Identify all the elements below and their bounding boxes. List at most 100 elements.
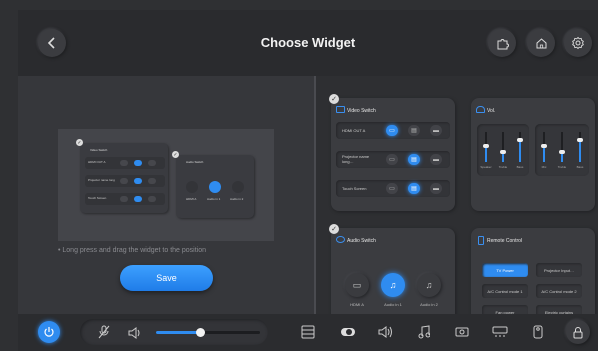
header: Choose Widget — [18, 10, 598, 76]
audio-in-1-button[interactable]: ♫ — [381, 273, 405, 297]
volume-control — [80, 319, 268, 345]
preview-video-row: HDMI OUT A — [85, 157, 165, 169]
video-switch-widget[interactable]: Video Switch HDMI OUT A ▭ ▤ ▬ Projector … — [331, 98, 455, 211]
power-button[interactable] — [38, 321, 60, 343]
mic-mute-button[interactable] — [98, 325, 110, 344]
speaker-icon — [476, 106, 485, 113]
slider-label: Treble — [557, 165, 567, 169]
volume-group-mic: Mic Treble Bass — [535, 124, 589, 176]
home-icon — [536, 37, 546, 48]
hdmi-audio-button[interactable]: ▭ — [345, 273, 369, 297]
audio-button[interactable] — [378, 323, 394, 341]
preview-video-row: Touch Screen — [85, 193, 165, 205]
hdmi-icon[interactable]: ▭ — [386, 125, 398, 136]
screen-icon[interactable]: ▬ — [430, 183, 442, 194]
slider-knob[interactable] — [517, 137, 523, 142]
preview-video-switch[interactable]: ✓ Video Switch HDMI OUT A Projector name… — [76, 139, 168, 213]
preview-audio-button — [209, 181, 221, 193]
monitor-icon[interactable]: ▭ — [386, 154, 398, 165]
volume-slider-knob[interactable] — [195, 328, 205, 337]
video-row: Projector name long… ▭ ▤ ▬ — [336, 151, 450, 168]
layout-preview[interactable]: ✓ Video Switch HDMI OUT A Projector name… — [58, 129, 274, 241]
toggle-icon — [341, 328, 355, 336]
slider-label: Bass — [576, 165, 584, 169]
video-row: Touch Screen ▭ ▤ ▬ — [336, 180, 450, 197]
video-switch-title: Video Switch — [347, 108, 376, 114]
volume-slider[interactable] — [156, 328, 260, 337]
preview-check-icon: ✓ — [172, 151, 179, 158]
rc-button[interactable]: Electric curtains — [536, 305, 582, 314]
volume-group-speaker: Speaker Treble Bass — [477, 124, 529, 176]
slider-label: Bass — [516, 165, 524, 169]
preview-audio-switch[interactable]: ✓ Audio Switch HDMI A Audio in 1 Audio i… — [172, 151, 254, 218]
music-button[interactable] — [416, 323, 432, 341]
preview-audio-title: Audio Switch — [186, 160, 204, 164]
power-icon — [44, 327, 54, 337]
home-button[interactable] — [527, 29, 555, 57]
volume-slider[interactable] — [500, 132, 506, 162]
rc-button[interactable]: A/C Control mode 2 — [536, 284, 582, 298]
preview-video-title: Video Switch — [90, 148, 108, 152]
music-note-icon — [418, 325, 430, 339]
widget-list: Video Switch HDMI OUT A ▭ ▤ ▬ Projector … — [316, 76, 598, 314]
volume-title: Vol. — [487, 108, 496, 114]
toggle-button[interactable] — [340, 323, 356, 341]
lock-button[interactable] — [566, 320, 590, 344]
volume-slider[interactable] — [483, 132, 489, 162]
app-window: Choose Widget ✓ Video Switch HDMI OUT A … — [18, 10, 598, 351]
monitor-icon[interactable]: ▭ — [386, 183, 398, 194]
remote-icon — [478, 236, 484, 245]
matrix-icon — [301, 325, 315, 339]
slider-label: Mic — [541, 165, 547, 169]
drag-hint: • Long press and drag the widget to the … — [58, 247, 206, 254]
preview-audio-button — [232, 181, 244, 193]
rc-button[interactable]: A/C Control mode 1 — [482, 284, 528, 298]
screen-icon[interactable]: ▬ — [430, 154, 442, 165]
volume-slider[interactable] — [559, 132, 565, 162]
save-button[interactable]: Save — [120, 265, 213, 291]
gear-icon — [572, 36, 584, 50]
selected-check-icon: ✓ — [329, 94, 339, 104]
matrix-button[interactable] — [300, 323, 316, 341]
slider-knob[interactable] — [577, 137, 583, 142]
speaker-button[interactable] — [128, 326, 142, 344]
projector-icon[interactable]: ▤ — [408, 183, 420, 194]
camera-icon — [455, 327, 469, 337]
remote-button[interactable] — [530, 323, 546, 341]
camera-button[interactable] — [454, 323, 470, 341]
speaker-icon — [378, 326, 392, 338]
volume-widget[interactable]: Vol. Speaker Treble Bass Mic Treble Bass — [471, 98, 595, 211]
puzzle-icon — [497, 38, 509, 49]
speaker-icon — [128, 327, 140, 339]
audio-label: Audio in 1 — [384, 302, 402, 307]
ac-button[interactable] — [492, 323, 508, 341]
volume-slider[interactable] — [517, 132, 523, 162]
preview-check-icon: ✓ — [76, 139, 83, 146]
lock-icon — [573, 326, 583, 338]
air-conditioner-icon — [492, 326, 508, 337]
audio-in-2-button[interactable]: ♫ — [417, 273, 441, 297]
rc-button[interactable]: TV Power — [482, 263, 528, 277]
preview-audio-button — [186, 181, 198, 193]
slider-knob[interactable] — [541, 143, 547, 148]
remote-control-widget[interactable]: Remote Control TV Power Projector Input…… — [471, 228, 595, 314]
slider-knob[interactable] — [559, 149, 565, 154]
mic-off-icon — [98, 325, 110, 339]
edit-widget-button[interactable] — [488, 29, 516, 57]
slider-fill — [543, 145, 545, 162]
slider-label: Treble — [498, 165, 508, 169]
slider-knob[interactable] — [483, 143, 489, 148]
audio-switch-widget[interactable]: Audio Switch ▭ ♫ ♫ HDMI A Audio in 1 Aud… — [331, 228, 455, 314]
volume-slider[interactable] — [541, 132, 547, 162]
settings-button[interactable] — [564, 29, 592, 57]
remote-icon — [533, 325, 543, 339]
volume-slider[interactable] — [577, 132, 583, 162]
screen-icon[interactable]: ▬ — [430, 125, 442, 136]
audio-note-icon — [336, 236, 345, 243]
volume-slider-fill — [156, 331, 200, 334]
rc-button[interactable]: Fan power — [482, 305, 528, 314]
rc-button[interactable]: Projector Input… — [536, 263, 582, 277]
projector-icon[interactable]: ▤ — [408, 154, 420, 165]
projector-icon[interactable]: ▤ — [408, 125, 420, 136]
slider-knob[interactable] — [500, 149, 506, 154]
